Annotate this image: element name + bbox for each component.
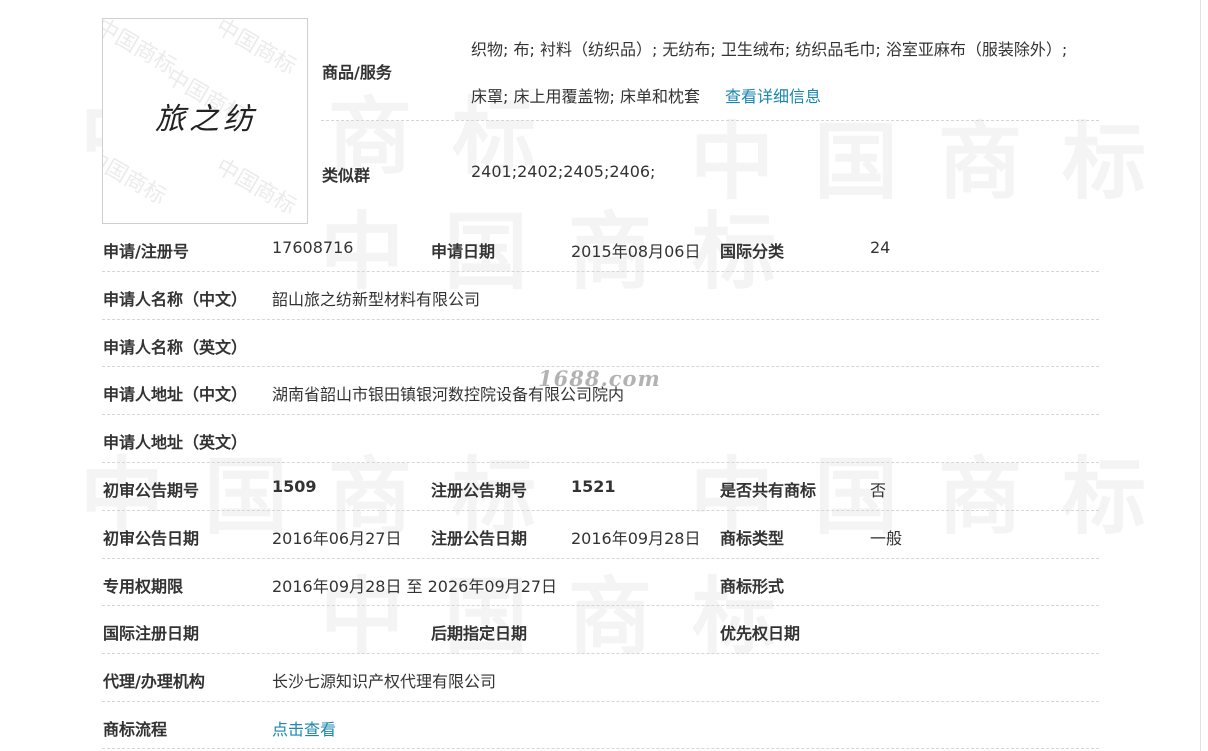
exclusive-term-label: 专用权期限 <box>103 577 184 596</box>
view-process-link[interactable]: 点击查看 <box>272 716 336 740</box>
divider <box>102 701 1099 702</box>
prelim-issue-value: 1509 <box>272 477 317 496</box>
shared-label: 是否共有商标 <box>720 481 817 500</box>
shared-value: 否 <box>870 481 887 500</box>
intl-class-label: 国际分类 <box>720 242 785 261</box>
similar-group-value: 2401;2402;2405;2406; <box>471 162 656 181</box>
reg-date-value: 2016年09月28日 <box>571 529 701 548</box>
divider <box>102 414 1099 415</box>
trademark-mark-text: 旅之纺 <box>155 102 257 137</box>
reg-no-value: 17608716 <box>272 238 354 257</box>
goods-line-2: 床罩; 床上用覆盖物; 床单和枕套 <box>471 87 700 106</box>
tm-form-label: 商标形式 <box>720 577 785 596</box>
prelim-date-value: 2016年06月27日 <box>272 529 402 548</box>
applicant-cn-label: 申请人名称（中文） <box>103 290 248 309</box>
watermark-chinese-trademark: 中国商标 <box>690 95 1186 216</box>
address-cn-value: 湖南省韶山市银田镇银河数控院设备有限公司院内 <box>272 385 625 404</box>
process-label: 商标流程 <box>103 720 168 739</box>
divider <box>102 653 1099 654</box>
tm-type-label: 商标类型 <box>720 529 785 548</box>
reg-date-label: 注册公告日期 <box>431 529 528 548</box>
intl-class-value: 24 <box>870 238 891 257</box>
goods-line-1: 织物; 布; 衬料（纺织品）; 无纺布; 卫生绒布; 纺织品毛巾; 浴室亚麻布（… <box>471 40 1068 59</box>
tm-type-value: 一般 <box>870 529 903 548</box>
address-cn-label: 申请人地址（中文） <box>103 385 248 404</box>
applicant-cn-value: 韶山旅之纺新型材料有限公司 <box>272 290 481 309</box>
prelim-issue-label: 初审公告期号 <box>103 481 200 500</box>
intl-reg-date-label: 国际注册日期 <box>103 624 200 643</box>
divider <box>102 510 1099 511</box>
reg-no-label: 申请/注册号 <box>103 242 189 261</box>
applicant-en-label: 申请人名称（英文） <box>103 338 248 357</box>
divider <box>102 462 1099 463</box>
goods-label: 商品/服务 <box>322 63 392 82</box>
divider <box>102 366 1099 367</box>
reg-issue-label: 注册公告期号 <box>431 481 528 500</box>
page-right-border <box>1200 0 1201 751</box>
exclusive-term-value: 2016年09月28日 至 2026年09月27日 <box>272 577 558 596</box>
similar-group-label: 类似群 <box>322 166 371 185</box>
prelim-date-label: 初审公告日期 <box>103 529 200 548</box>
divider <box>102 605 1099 606</box>
address-en-label: 申请人地址（英文） <box>103 433 248 452</box>
priority-date-label: 优先权日期 <box>720 624 801 643</box>
divider <box>102 271 1099 272</box>
later-date-label: 后期指定日期 <box>431 624 528 643</box>
apply-date-label: 申请日期 <box>431 242 496 261</box>
apply-date-value: 2015年08月06日 <box>571 242 701 261</box>
agent-value: 长沙七源知识产权代理有限公司 <box>272 672 497 691</box>
divider <box>102 748 1099 749</box>
logo-watermark: 中国商标 <box>211 154 301 220</box>
divider <box>321 120 1099 121</box>
agent-label: 代理/办理机构 <box>103 672 205 691</box>
view-details-link[interactable]: 查看详细信息 <box>725 83 821 107</box>
divider <box>102 558 1099 559</box>
logo-watermark: 中国商标 <box>102 144 171 210</box>
trademark-image: 中国商标 中国商标 中国商标 中国商标 中国商标 旅之纺 <box>102 18 308 224</box>
reg-issue-value: 1521 <box>571 477 616 496</box>
divider <box>102 319 1099 320</box>
logo-watermark: 中国商标 <box>211 18 301 80</box>
